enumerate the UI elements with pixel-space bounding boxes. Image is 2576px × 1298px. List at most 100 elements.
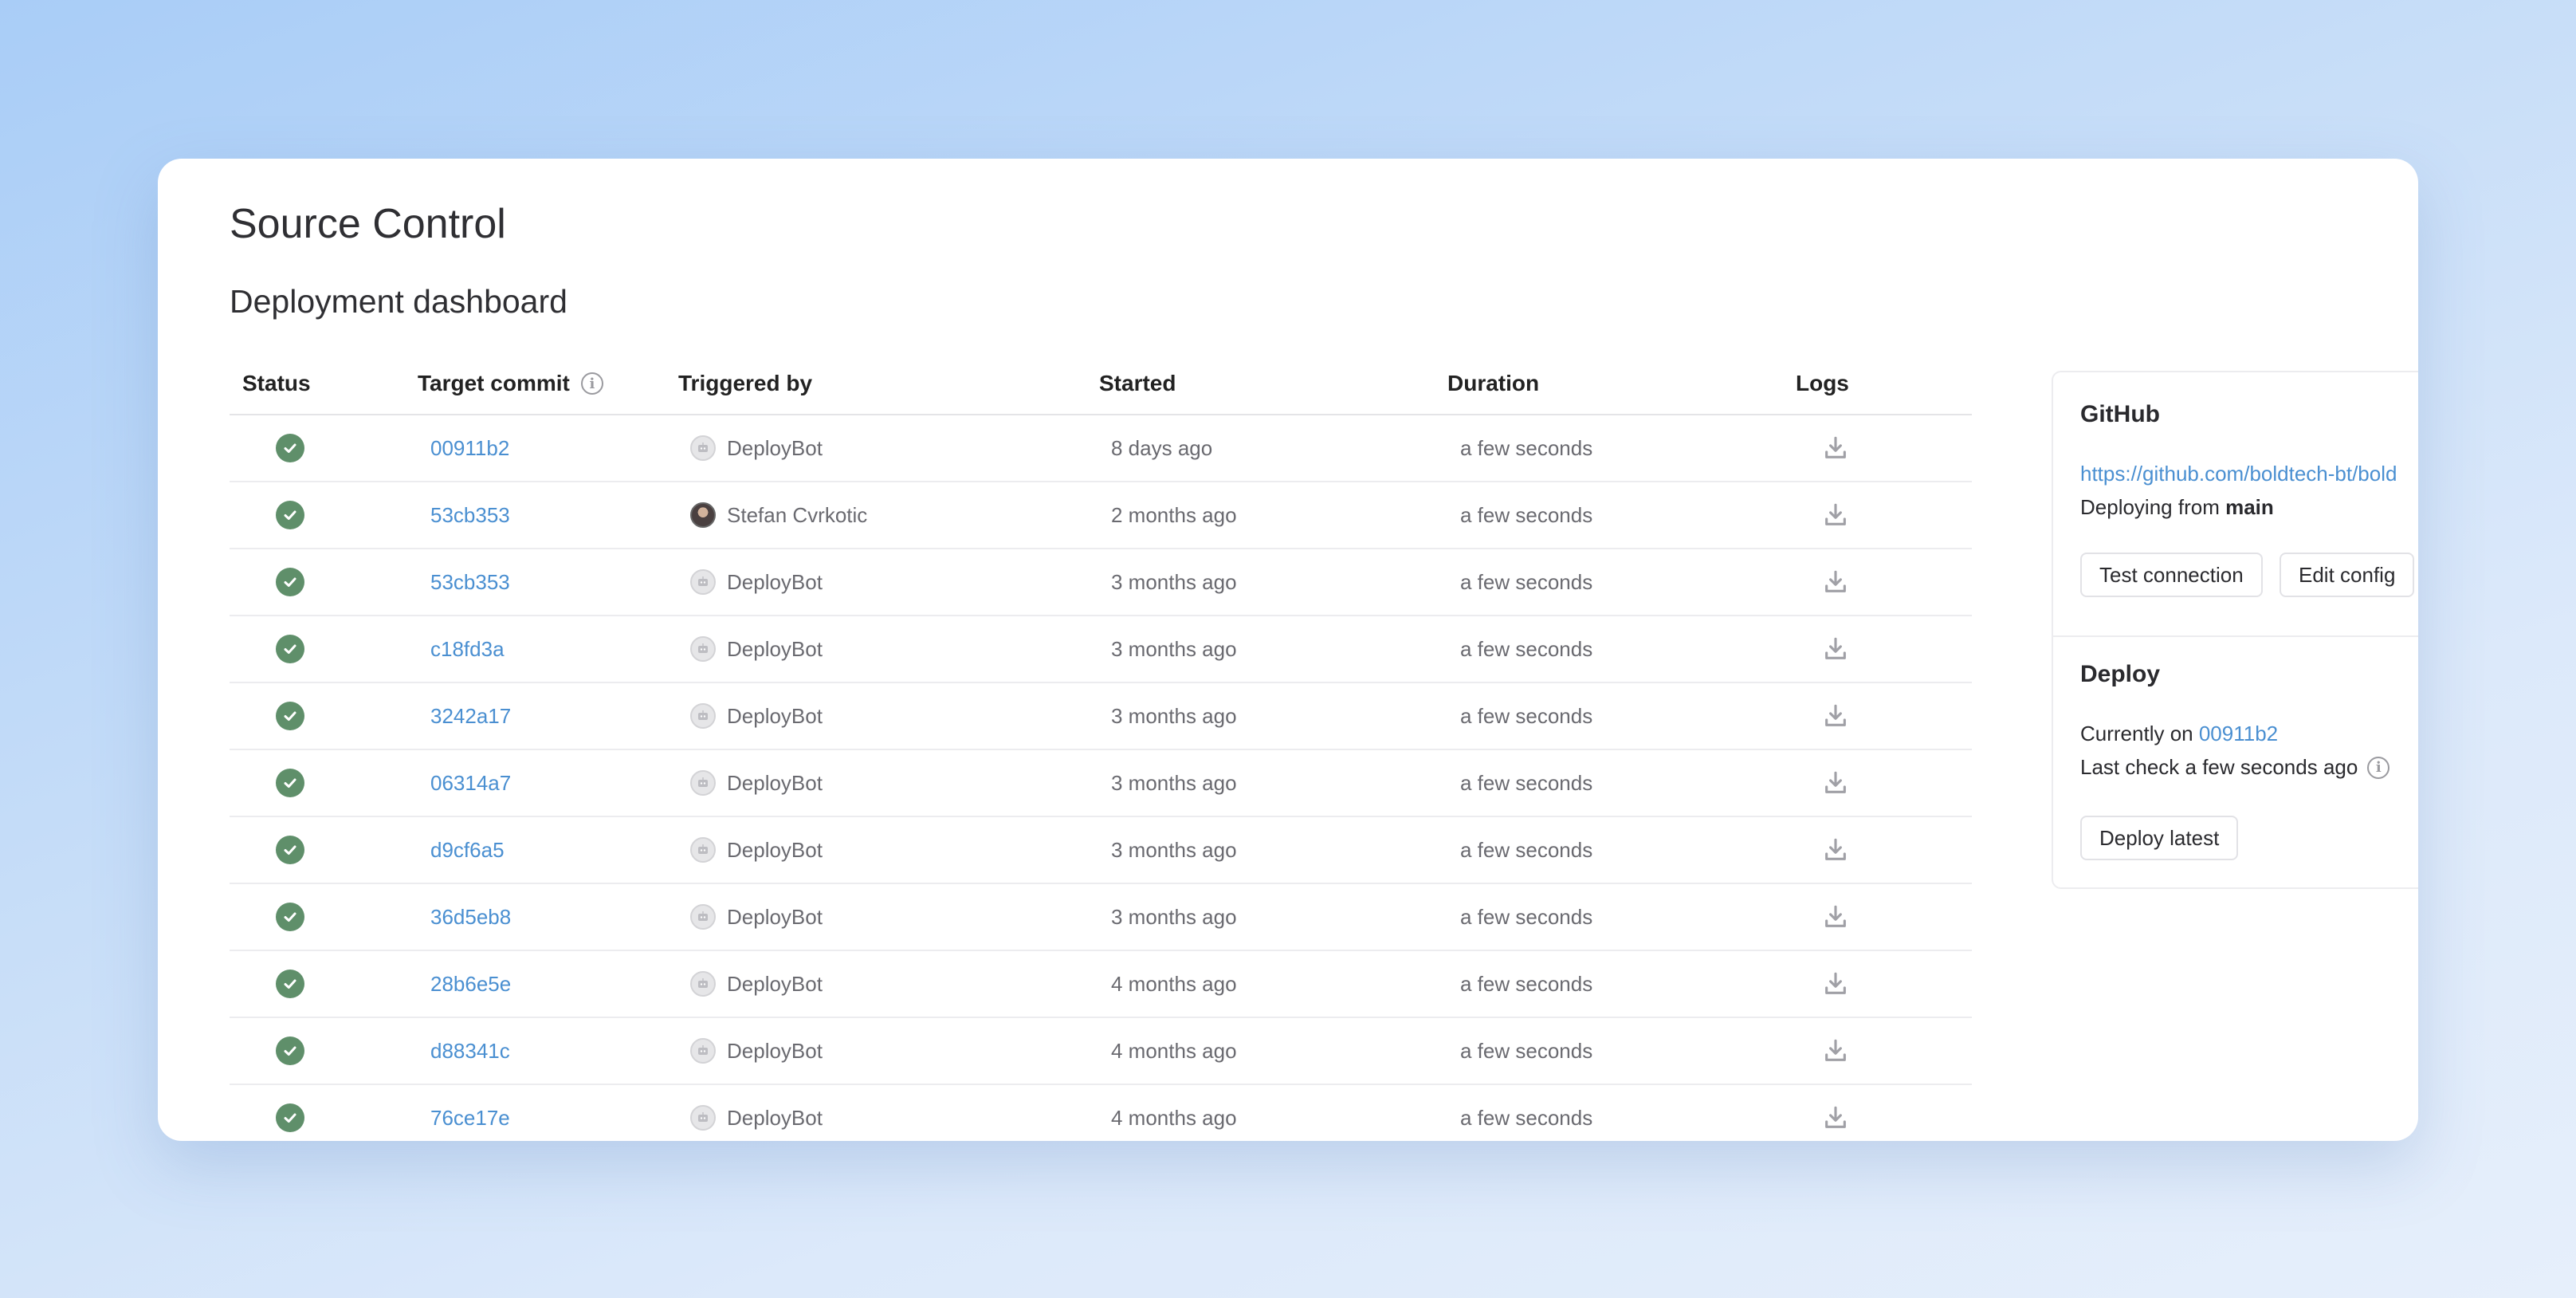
triggered-by-cell: DeployBot xyxy=(690,549,823,615)
status-cell xyxy=(276,1085,304,1141)
download-icon[interactable] xyxy=(1822,435,1849,462)
triggered-by-cell: DeployBot xyxy=(690,1085,823,1141)
download-icon[interactable] xyxy=(1822,903,1849,930)
table-row[interactable]: 76ce17e DeployBot 4 months ago a few sec… xyxy=(230,1085,1972,1141)
duration-cell: a few seconds xyxy=(1460,636,1593,661)
duration-cell: a few seconds xyxy=(1460,770,1593,795)
duration-cell: a few seconds xyxy=(1460,1105,1593,1130)
logs-cell xyxy=(1822,549,1849,615)
table-row[interactable]: d88341c DeployBot 4 months ago a few sec… xyxy=(230,1018,1972,1085)
started-cell: 4 months ago xyxy=(1111,971,1237,996)
deploy-latest-button[interactable]: Deploy latest xyxy=(2080,816,2239,860)
edit-config-button[interactable]: Edit config xyxy=(2280,553,2415,597)
commit-link[interactable]: 76ce17e xyxy=(430,1085,510,1141)
started-cell: 4 months ago xyxy=(1111,1105,1237,1130)
panel-divider xyxy=(2053,635,2418,637)
check-circle-icon xyxy=(276,836,304,864)
download-icon[interactable] xyxy=(1822,702,1849,730)
table-row[interactable]: c18fd3a DeployBot 3 months ago a few sec… xyxy=(230,616,1972,683)
logs-cell xyxy=(1822,482,1849,548)
column-status[interactable]: Status xyxy=(242,371,311,396)
page-title: Deployment dashboard xyxy=(230,283,567,320)
started-cell: 3 months ago xyxy=(1111,770,1237,795)
commit-link[interactable]: 36d5eb8 xyxy=(430,884,511,950)
commit-link[interactable]: d9cf6a5 xyxy=(430,817,505,883)
table-row[interactable]: d9cf6a5 DeployBot 3 months ago a few sec… xyxy=(230,817,1972,884)
commit-link[interactable]: 00911b2 xyxy=(430,415,509,481)
status-cell xyxy=(276,683,304,749)
triggered-by-cell: DeployBot xyxy=(690,817,823,883)
last-check: Last check a few seconds ago i xyxy=(2080,755,2390,780)
triggered-by-cell: DeployBot xyxy=(690,750,823,816)
status-cell xyxy=(276,817,304,883)
commit-link[interactable]: d88341c xyxy=(430,1018,510,1084)
download-icon[interactable] xyxy=(1822,1104,1849,1131)
commit-link[interactable]: 53cb353 xyxy=(430,482,510,548)
app-window: Source Control Deployment dashboard Stat… xyxy=(158,159,2418,1141)
current-commit-link[interactable]: 00911b2 xyxy=(2199,722,2278,745)
logs-cell xyxy=(1822,951,1849,1017)
table-body: 00911b2 DeployBot 8 days ago a few secon… xyxy=(230,415,1972,1141)
download-icon[interactable] xyxy=(1822,635,1849,663)
download-icon[interactable] xyxy=(1822,568,1849,596)
triggered-by-cell: DeployBot xyxy=(690,683,823,749)
column-logs[interactable]: Logs xyxy=(1796,371,1849,396)
repo-link[interactable]: https://github.com/boldtech-bt/bold xyxy=(2080,462,2397,486)
check-circle-icon xyxy=(276,434,304,462)
triggered-by-cell: Stefan Cvrkotic xyxy=(690,482,867,548)
commit-link[interactable]: 28b6e5e xyxy=(430,951,511,1017)
column-started[interactable]: Started xyxy=(1099,371,1176,396)
download-icon[interactable] xyxy=(1822,970,1849,997)
deploy-title: Deploy xyxy=(2080,661,2161,687)
table-row[interactable]: 53cb353 DeployBot 3 months ago a few sec… xyxy=(230,549,1972,616)
github-title: GitHub xyxy=(2080,401,2160,427)
table-row[interactable]: 3242a17 DeployBot 3 months ago a few sec… xyxy=(230,683,1972,750)
column-triggered-by[interactable]: Triggered by xyxy=(678,371,812,396)
user-name: DeployBot xyxy=(727,1038,823,1063)
avatar xyxy=(690,770,716,796)
commit-link[interactable]: 06314a7 xyxy=(430,750,511,816)
check-circle-icon xyxy=(276,1036,304,1065)
column-target-commit[interactable]: Target commit i xyxy=(418,371,603,396)
info-icon[interactable]: i xyxy=(2367,756,2390,779)
avatar xyxy=(690,1038,716,1064)
check-circle-icon xyxy=(276,702,304,730)
started-cell: 3 months ago xyxy=(1111,569,1237,594)
download-icon[interactable] xyxy=(1822,1037,1849,1064)
duration-cell: a few seconds xyxy=(1460,904,1593,929)
download-icon[interactable] xyxy=(1822,769,1849,796)
duration-cell: a few seconds xyxy=(1460,703,1593,728)
download-icon[interactable] xyxy=(1822,502,1849,529)
user-name: DeployBot xyxy=(727,636,823,661)
avatar xyxy=(690,1105,716,1131)
table-row[interactable]: 53cb353 Stefan Cvrkotic 2 months ago a f… xyxy=(230,482,1972,549)
started-cell: 3 months ago xyxy=(1111,636,1237,661)
table-row[interactable]: 36d5eb8 DeployBot 3 months ago a few sec… xyxy=(230,884,1972,951)
info-icon[interactable]: i xyxy=(580,372,603,395)
table-row[interactable]: 28b6e5e DeployBot 4 months ago a few sec… xyxy=(230,951,1972,1018)
test-connection-button[interactable]: Test connection xyxy=(2080,553,2263,597)
table-row[interactable]: 00911b2 DeployBot 8 days ago a few secon… xyxy=(230,415,1972,482)
check-circle-icon xyxy=(276,568,304,596)
table-row[interactable]: 06314a7 DeployBot 3 months ago a few sec… xyxy=(230,750,1972,817)
user-name: DeployBot xyxy=(727,1105,823,1130)
logs-cell xyxy=(1822,1085,1849,1141)
avatar xyxy=(690,904,716,930)
download-icon[interactable] xyxy=(1822,836,1849,863)
triggered-by-cell: DeployBot xyxy=(690,1018,823,1084)
logs-cell xyxy=(1822,817,1849,883)
triggered-by-cell: DeployBot xyxy=(690,415,823,481)
currently-on: Currently on 00911b2 xyxy=(2080,722,2279,745)
column-duration[interactable]: Duration xyxy=(1447,371,1539,396)
user-name: DeployBot xyxy=(727,904,823,929)
commit-link[interactable]: 3242a17 xyxy=(430,683,511,749)
commit-link[interactable]: c18fd3a xyxy=(430,616,505,682)
logs-cell xyxy=(1822,616,1849,682)
status-cell xyxy=(276,1018,304,1084)
user-name: DeployBot xyxy=(727,971,823,996)
user-name: DeployBot xyxy=(727,837,823,862)
started-cell: 3 months ago xyxy=(1111,837,1237,862)
started-cell: 3 months ago xyxy=(1111,703,1237,728)
user-name: Stefan Cvrkotic xyxy=(727,502,868,527)
commit-link[interactable]: 53cb353 xyxy=(430,549,510,615)
